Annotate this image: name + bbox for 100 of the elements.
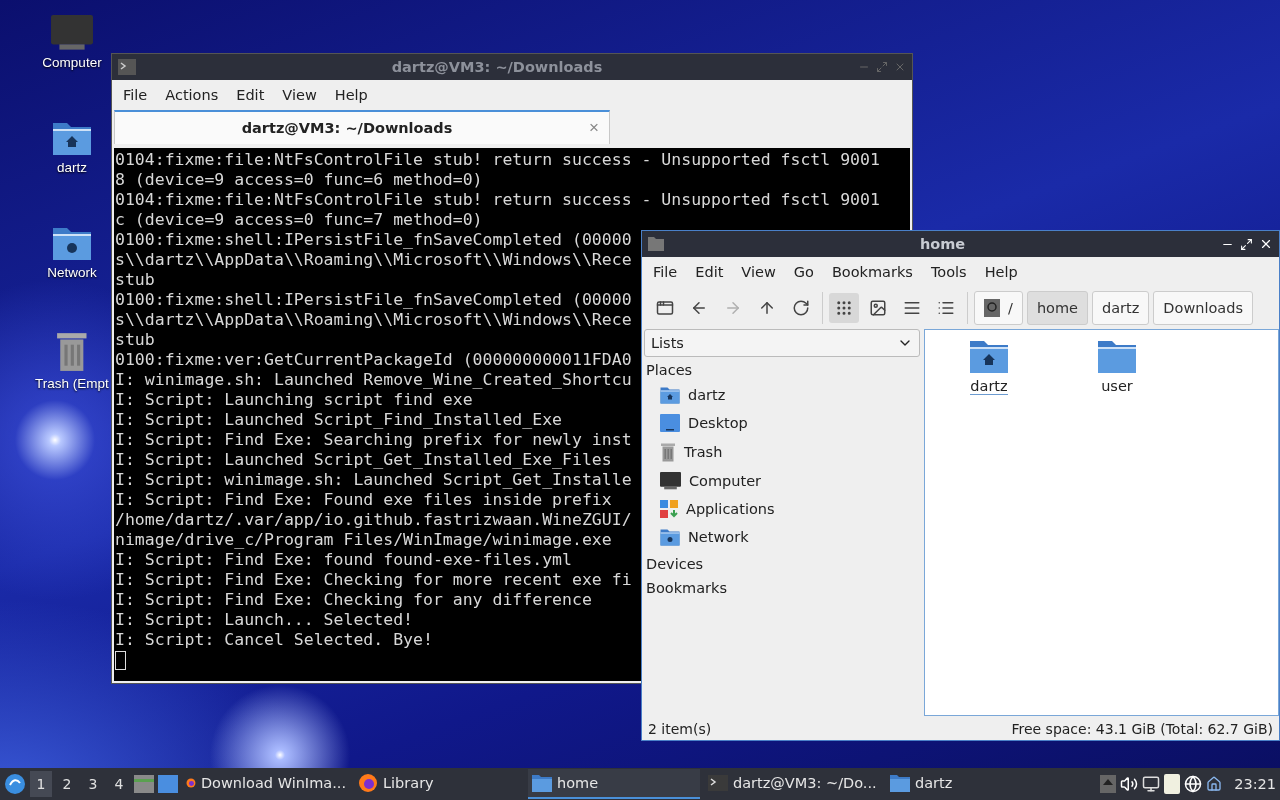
maximize-icon[interactable] xyxy=(1240,237,1253,251)
terminal-line: I: Script: Cancel Selected. Bye! xyxy=(115,630,433,650)
image-icon xyxy=(869,299,887,317)
terminal-line: 0100:fixme:shell:IPersistFile_fnSaveCompleted (00000 xyxy=(115,230,632,250)
folder-icon xyxy=(532,774,552,792)
close-icon[interactable] xyxy=(1259,237,1273,251)
menu-item[interactable]: Edit xyxy=(227,87,274,103)
path-button[interactable]: / xyxy=(974,291,1023,325)
terminal-line: 0104:fixme:file:NtFsControlFile stub! return success - Unsupported fsctl 9001 xyxy=(115,190,880,210)
taskbar-task[interactable]: Library xyxy=(354,769,524,799)
terminal-line: I: winimage.sh: Launched Remove_Wine_Created_Shortcu xyxy=(115,370,632,390)
file-item-label[interactable]: user xyxy=(1101,378,1133,395)
terminal-line: I: Script: Find Exe: Checking for more recent exe fi xyxy=(115,570,632,590)
menu-item[interactable]: View xyxy=(732,264,785,280)
volume-icon[interactable] xyxy=(1120,775,1139,793)
forward-icon xyxy=(724,299,742,317)
menu-item[interactable]: Go xyxy=(784,264,823,280)
home-folder-icon xyxy=(660,386,680,404)
place-item[interactable]: Trash xyxy=(684,444,723,460)
terminal-line: I: Script: Find Exe: Searching prefix for newly inst xyxy=(115,430,632,450)
terminal-line: s\\dartz\\AppData\\Roaming\\Microsoft\\Windows\\Rece xyxy=(115,310,632,330)
terminal-line: I: Script: Find Exe: Checking for any difference xyxy=(115,590,592,610)
clock: 23:21 xyxy=(1234,776,1276,792)
terminal-line: I: Script: winimage.sh: Launched Script_Get_Installe xyxy=(115,470,632,490)
menu-item[interactable]: Help xyxy=(325,87,377,103)
place-item[interactable]: Network xyxy=(688,528,749,545)
back-icon xyxy=(690,299,708,317)
taskbar-task[interactable]: Download WinIma... xyxy=(182,769,350,799)
up-icon xyxy=(758,299,776,317)
terminal-line: /home/dartz/.var/app/io.github.fastrizwaan.WineZGUI/ xyxy=(115,510,632,530)
menu-item[interactable]: Actions xyxy=(156,87,228,103)
terminal-line: 0104:fixme:file:NtFsControlFile stub! return success - Unsupported fsctl 9001 xyxy=(115,150,880,170)
item-count: 2 item(s) xyxy=(648,721,712,737)
path-button[interactable]: dartz xyxy=(1092,291,1150,325)
terminal-line: c (device=9 access=0 func=7 method=0) xyxy=(115,210,483,230)
terminal-icon xyxy=(708,775,728,791)
menu-item[interactable]: File xyxy=(644,264,687,280)
terminal-line: I: Script: Find Exe: found found-exe-files.yml xyxy=(115,550,572,570)
terminal-line: nimage/drive_c/Program Files/WinImage/winimage.exe xyxy=(115,530,612,550)
taskbar-task[interactable]: dartz@VM3: ~/Do... xyxy=(704,769,882,799)
path-button[interactable]: Downloads xyxy=(1153,291,1253,325)
workspace-button[interactable]: 1 xyxy=(30,771,52,797)
file-item-label[interactable]: dartz xyxy=(970,378,1008,395)
workspace-button[interactable]: 3 xyxy=(82,771,104,797)
drive-icon xyxy=(984,299,1000,317)
terminal-line: stub xyxy=(115,270,155,290)
trash-icon xyxy=(55,330,89,372)
desktop-icon-label[interactable]: dartz xyxy=(57,160,87,175)
terminal-tab[interactable]: dartz@VM3: ~/Downloads × xyxy=(114,110,610,144)
free-space: Free space: 43.1 GiB (Total: 62.7 GiB) xyxy=(1011,721,1273,737)
icon-view-button[interactable] xyxy=(829,293,859,323)
computer-icon xyxy=(660,472,681,490)
desktop-icon-label[interactable]: Network xyxy=(47,265,97,280)
network-folder-icon xyxy=(52,225,92,261)
new-tab-icon xyxy=(656,299,674,317)
tab-close-button[interactable]: × xyxy=(579,118,609,138)
desktop-icon-label[interactable]: Computer xyxy=(42,54,102,70)
place-item[interactable]: dartz xyxy=(688,387,726,403)
terminal-line: 0100:fixme:shell:IPersistFile_fnSaveCompleted (00000 xyxy=(115,290,632,310)
taskbar-task[interactable]: dartz xyxy=(886,769,986,799)
place-item[interactable]: Applications xyxy=(686,500,775,517)
section-heading[interactable]: Bookmarks xyxy=(644,574,920,599)
menu-item[interactable]: File xyxy=(114,87,157,103)
desktop-icon xyxy=(660,414,680,432)
section-heading: Places xyxy=(645,361,694,380)
menu-item[interactable]: Edit xyxy=(686,264,733,280)
start-menu-icon[interactable] xyxy=(4,773,26,795)
folder-icon xyxy=(890,774,910,792)
side-pane-dropdown[interactable]: Lists xyxy=(644,329,920,357)
menu-item[interactable]: View xyxy=(273,87,326,103)
path-button[interactable]: home xyxy=(1026,291,1088,325)
applications-icon xyxy=(660,499,678,518)
taskbar-task[interactable]: home xyxy=(528,769,700,799)
place-item[interactable]: Computer xyxy=(689,472,762,489)
grid-icon xyxy=(835,299,853,317)
terminal-line: I: Script: Launching script find exe xyxy=(115,390,473,410)
reload-icon xyxy=(792,299,810,317)
terminal-line: I: Script: Launched Script_Find_Installed_Exe xyxy=(115,410,563,430)
terminal-icon xyxy=(118,59,136,75)
workspace-button[interactable]: 2 xyxy=(56,771,78,797)
browser-icon xyxy=(358,773,378,793)
lines-icon xyxy=(903,299,921,317)
home-folder-icon xyxy=(969,338,1009,374)
home-folder-icon xyxy=(52,120,92,156)
terminal-line: 0100:fixme:ver:GetCurrentPackageId (000000000011FDA0 xyxy=(115,350,632,370)
window-title: dartz@VM3: ~/Downloads xyxy=(390,59,604,75)
trash-icon xyxy=(660,442,676,462)
terminal-cursor xyxy=(115,651,126,670)
computer-icon xyxy=(51,15,93,51)
menu-item[interactable]: Tools xyxy=(921,264,976,280)
menu-item[interactable]: Help xyxy=(975,264,1027,280)
place-item[interactable]: Desktop xyxy=(688,415,748,431)
terminal-line: I: Script: Find Exe: Found exe files inside prefix xyxy=(115,490,612,510)
network-folder-icon xyxy=(660,527,680,546)
workspace-button[interactable]: 4 xyxy=(108,771,130,797)
menu-item[interactable]: Bookmarks xyxy=(822,264,922,280)
folder-icon xyxy=(648,237,664,251)
desktop-icon-label[interactable]: Trash (Empt xyxy=(35,376,109,391)
terminal-line: I: Script: Launched Script_Get_Installed_Exe_Files xyxy=(115,450,612,470)
section-heading[interactable]: Devices xyxy=(644,550,920,575)
